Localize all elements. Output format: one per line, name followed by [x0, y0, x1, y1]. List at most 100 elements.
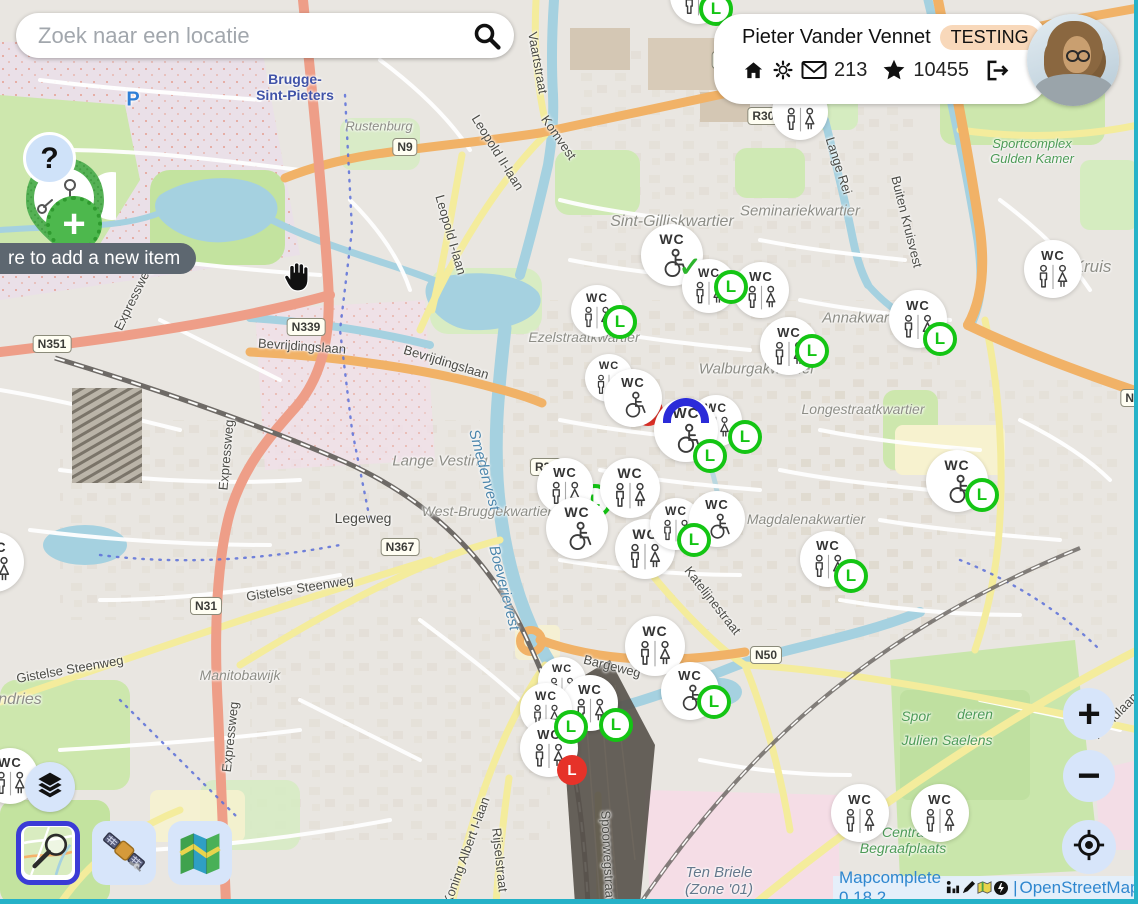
wc-label: WC	[621, 376, 645, 389]
wc-marker[interactable]: WC	[520, 719, 578, 777]
layers-icon	[34, 770, 66, 805]
attribution-bar: Mapcomplete 0.18.2 | OpenStreetMap	[833, 876, 1134, 899]
toilets-icon	[580, 306, 614, 329]
wc-label: WC	[659, 232, 684, 246]
help-button[interactable]: ?	[23, 132, 76, 185]
wc-label: WC	[1041, 249, 1065, 262]
toilets-icon	[691, 281, 727, 306]
wc-label: WC	[705, 498, 729, 511]
wc-label: WC	[944, 458, 969, 472]
wheelchair-icon	[674, 684, 706, 712]
attribution-disc-icon[interactable]	[993, 880, 1009, 896]
messages-envelope-icon[interactable]	[801, 60, 827, 80]
wc-marker[interactable]: WC	[760, 317, 818, 375]
messages-count: 213	[834, 59, 867, 82]
toilets-icon	[1034, 264, 1072, 290]
wc-label: WC	[599, 361, 619, 372]
zoom-in-button[interactable]: +	[1063, 688, 1115, 740]
wc-marker[interactable]: WC	[911, 784, 969, 842]
wc-marker[interactable]: WC	[926, 450, 988, 512]
layers-button[interactable]	[25, 762, 75, 812]
folded-map-icon	[175, 826, 225, 881]
theme-map-icon[interactable]	[977, 880, 992, 895]
wc-label: WC	[586, 292, 608, 304]
wc-label: WC	[777, 326, 801, 339]
background-layer-picker	[16, 821, 232, 885]
wc-marker[interactable]: WC	[600, 458, 660, 518]
user-avatar[interactable]	[1027, 14, 1119, 106]
wc-label: WC	[617, 466, 642, 480]
toilets-icon	[610, 482, 650, 509]
toilets-icon	[841, 808, 879, 834]
geolocate-button[interactable]	[1062, 820, 1116, 874]
toilets-icon	[572, 698, 609, 723]
wc-marker[interactable]: WC	[571, 285, 623, 337]
changesets-star-icon[interactable]	[882, 58, 906, 82]
toilets-icon	[810, 554, 847, 579]
help-label: ?	[40, 142, 58, 176]
home-icon[interactable]	[742, 59, 765, 82]
wc-label: WC	[552, 664, 572, 675]
user-panel: Pieter Vander Vennet TESTING	[714, 14, 1048, 104]
wc-label: WC	[578, 683, 602, 696]
bottom-edge-bar	[0, 899, 1138, 904]
layer-option-topo-map[interactable]	[168, 821, 232, 885]
wc-marker[interactable]: WC	[682, 259, 736, 313]
wheelchair-icon	[702, 513, 733, 540]
wc-marker[interactable]: WC	[604, 369, 662, 427]
wc-marker[interactable]: WC	[661, 662, 719, 720]
wc-label: WC	[698, 267, 720, 279]
statistics-icon[interactable]	[945, 880, 960, 895]
wc-marker[interactable]: WC	[546, 497, 608, 559]
wc-marker[interactable]: WC	[1024, 240, 1082, 298]
wc-label: WC	[678, 669, 702, 682]
add-item-tooltip: re to add a new item	[0, 243, 196, 274]
wheelchair-icon	[940, 474, 975, 505]
search-input[interactable]	[36, 22, 472, 50]
wc-marker[interactable]: WC	[800, 531, 856, 587]
wc-label: WC	[535, 690, 557, 702]
search-bar	[16, 13, 514, 58]
zoom-out-button[interactable]: −	[1063, 750, 1115, 802]
plus-glyph: +	[1077, 692, 1100, 737]
toilets-icon	[743, 285, 780, 310]
wc-label: WC	[0, 540, 7, 554]
wheelchair-icon	[668, 423, 704, 455]
openstreetmap-link[interactable]: OpenStreetMap	[1019, 878, 1138, 898]
wheelchair-icon	[617, 391, 649, 419]
satellite-icon	[98, 825, 150, 882]
wheelchair-icon	[560, 521, 595, 552]
toilets-icon	[770, 341, 808, 367]
wc-label: WC	[749, 270, 773, 283]
wc-label: WC	[553, 466, 577, 479]
toilets-icon	[0, 556, 14, 583]
avatar-glasses	[1065, 50, 1091, 60]
logout-icon[interactable]	[984, 59, 1009, 82]
changesets-count: 10455	[913, 59, 969, 82]
toilets-icon	[921, 808, 959, 834]
search-icon[interactable]	[472, 21, 502, 51]
wc-marker[interactable]: WC	[889, 290, 947, 348]
wc-label: WC	[665, 505, 687, 517]
wc-marker[interactable]: WC	[689, 491, 745, 547]
toilets-icon	[635, 640, 675, 667]
crosshair-target-icon	[1072, 828, 1106, 867]
right-edge-bar	[1134, 0, 1138, 904]
toilets-icon	[625, 543, 665, 570]
wc-label: WC	[564, 505, 589, 519]
wc-label: WC	[906, 299, 930, 312]
wc-marker[interactable]: WC	[831, 784, 889, 842]
wc-marker[interactable]: WC	[733, 262, 789, 318]
settings-gear-icon[interactable]	[772, 59, 794, 81]
edit-pencil-icon[interactable]	[961, 880, 976, 895]
toilets-icon	[680, 0, 717, 16]
wc-label: WC	[0, 756, 22, 769]
testing-badge: TESTING	[940, 25, 1040, 50]
layer-option-satellite[interactable]	[92, 821, 156, 885]
map-with-magnifier-icon	[24, 827, 72, 880]
wc-label: WC	[537, 728, 561, 741]
attribution-separator: |	[1013, 878, 1017, 898]
layer-option-osm-carto[interactable]	[16, 821, 80, 885]
wc-label: WC	[928, 793, 952, 806]
attribution-icons	[945, 880, 1009, 896]
